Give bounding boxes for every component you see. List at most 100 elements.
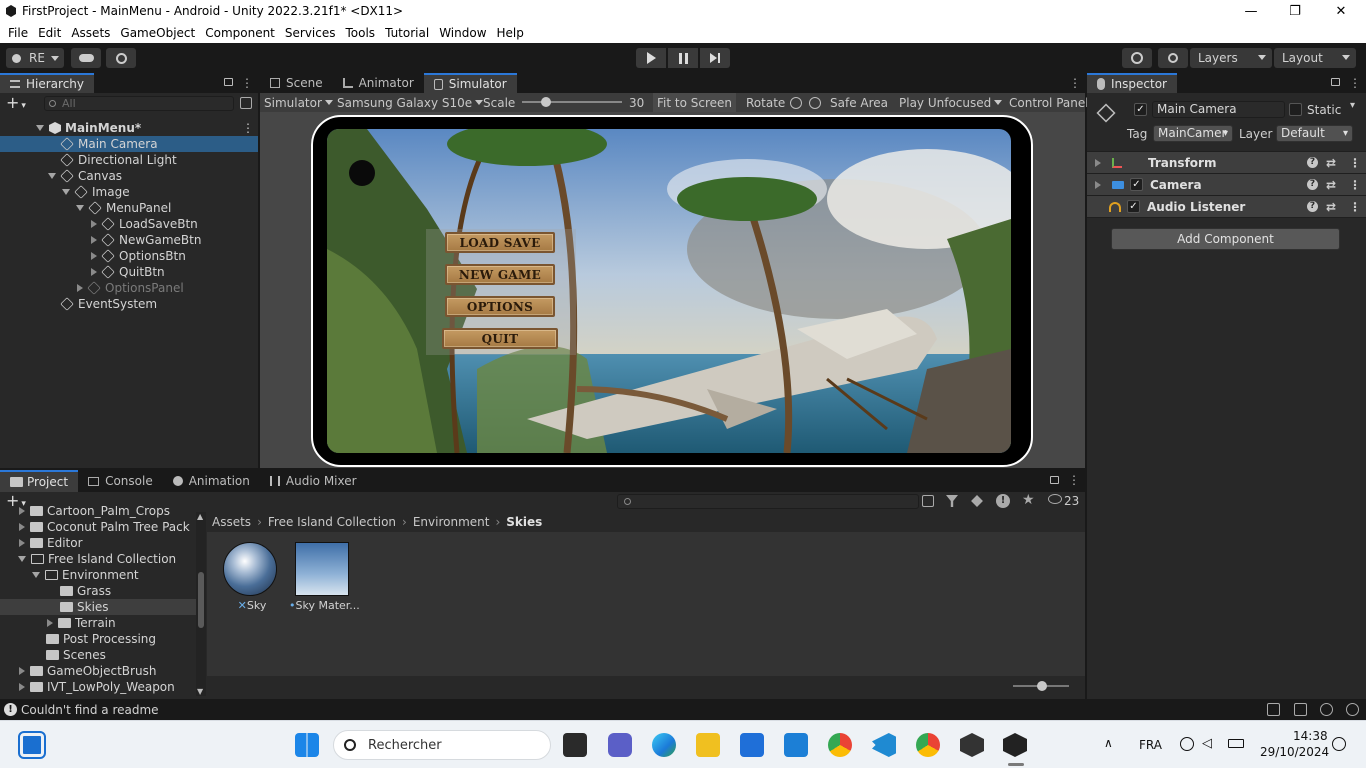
expand-arrow-icon[interactable]	[1095, 158, 1101, 167]
scroll-down-arrow-icon[interactable]: ▼	[197, 687, 203, 696]
menu-help[interactable]: Help	[492, 26, 529, 40]
tree-item-ivt-lowpoly-weapon[interactable]: IVT_LowPoly_Weapon	[0, 679, 196, 695]
breadcrumb-environment[interactable]: Environment	[413, 515, 490, 529]
scale-slider[interactable]	[522, 93, 622, 112]
menu-tutorial[interactable]: Tutorial	[380, 26, 434, 40]
microsoft-store-icon[interactable]	[740, 733, 764, 757]
collapse-arrow-icon[interactable]	[47, 619, 53, 627]
hierarchy-item-mainmenu[interactable]: MainMenu* ⋮	[0, 120, 258, 136]
project-menu-icon[interactable]: ⋮	[1068, 473, 1080, 487]
menu-window[interactable]: Window	[434, 26, 491, 40]
lock-icon[interactable]	[1050, 476, 1059, 484]
add-component-button[interactable]: Add Component	[1111, 228, 1340, 250]
unity-hub-icon[interactable]	[960, 733, 984, 757]
hierarchy-search-input[interactable]: All	[44, 96, 234, 111]
scene-menu-icon[interactable]: ⋮	[242, 121, 254, 135]
view-mode-dropdown[interactable]: Simulator	[264, 93, 333, 112]
static-checkbox[interactable]	[1289, 103, 1302, 116]
collab-button[interactable]	[106, 48, 136, 68]
tree-item-environment[interactable]: Environment	[0, 567, 196, 583]
hierarchy-item-quitbtn[interactable]: QuitBtn	[0, 264, 258, 280]
tree-item-post-processing[interactable]: Post Processing	[0, 631, 196, 647]
vscode-icon[interactable]	[872, 733, 896, 757]
play-button[interactable]	[636, 48, 666, 68]
hierarchy-item-newgamebtn[interactable]: NewGameBtn	[0, 232, 258, 248]
tree-item-cartoon-palm-crops[interactable]: Cartoon_Palm_Crops	[0, 506, 196, 519]
hierarchy-menu-icon[interactable]: ⋮	[241, 76, 253, 90]
network-icon[interactable]	[1180, 737, 1194, 751]
safe-area-toggle[interactable]: Safe Area	[830, 93, 888, 112]
layout-dropdown[interactable]: Layout	[1274, 48, 1356, 68]
fit-to-screen-button[interactable]: Fit to Screen	[653, 93, 736, 112]
hierarchy-item-optionsbtn[interactable]: OptionsBtn	[0, 248, 258, 264]
simulator-menu-icon[interactable]: ⋮	[1069, 76, 1081, 90]
collapse-arrow-icon[interactable]	[77, 284, 83, 292]
tab-hierarchy[interactable]: Hierarchy	[0, 73, 95, 93]
auto-generate-lighting-icon[interactable]	[1267, 703, 1280, 716]
widgets-icon[interactable]	[18, 731, 46, 759]
tree-item-free-island-collection[interactable]: Free Island Collection	[0, 551, 196, 567]
tab-audio-mixer[interactable]: Audio Mixer	[260, 470, 367, 492]
tab-animation[interactable]: Animation	[163, 470, 260, 492]
hierarchy-item-canvas[interactable]: Canvas	[0, 168, 258, 184]
progress-check-icon[interactable]	[1346, 703, 1359, 716]
hierarchy-item-optionspanel[interactable]: OptionsPanel	[0, 280, 258, 296]
language-indicator[interactable]: FRA	[1139, 738, 1162, 752]
restore-button[interactable]: ❐	[1272, 0, 1318, 22]
scene-visibility-icon[interactable]	[240, 97, 252, 109]
hierarchy-item-main-camera[interactable]: Main Camera	[0, 136, 258, 152]
tree-item-gameobjectbrush[interactable]: GameObjectBrush	[0, 663, 196, 679]
search-by-type-icon[interactable]	[922, 495, 934, 507]
component-audio-listener[interactable]: ✓ Audio Listener ? ⇄ ⋮	[1087, 195, 1366, 217]
collapse-arrow-icon[interactable]	[19, 667, 25, 675]
thumbnail-size-slider[interactable]	[1013, 681, 1069, 691]
lock-icon[interactable]	[1331, 78, 1340, 86]
load-save-button[interactable]: LOAD SAVE	[445, 232, 555, 253]
filter-by-label-icon[interactable]	[971, 495, 983, 507]
inspector-menu-icon[interactable]: ⋮	[1349, 76, 1361, 90]
battery-icon[interactable]	[1228, 739, 1244, 748]
help-icon[interactable]: ?	[1307, 179, 1318, 190]
camera-enabled-checkbox[interactable]: ✓	[1130, 178, 1143, 191]
hidden-packages-icon[interactable]	[1048, 494, 1062, 504]
tab-inspector[interactable]: Inspector	[1087, 73, 1177, 93]
filter-by-type-icon[interactable]	[946, 495, 958, 507]
expand-arrow-icon[interactable]	[32, 572, 40, 578]
tab-console[interactable]: Console	[78, 470, 163, 492]
device-dropdown[interactable]: Samsung Galaxy S10e	[337, 93, 484, 112]
expand-arrow-icon[interactable]	[36, 125, 44, 131]
cloud-button[interactable]	[71, 48, 101, 68]
scroll-up-arrow-icon[interactable]: ▲	[197, 512, 203, 521]
tab-scene[interactable]: Scene	[260, 73, 333, 93]
cache-server-icon[interactable]	[1294, 703, 1307, 716]
collapse-arrow-icon[interactable]	[19, 683, 25, 691]
component-menu-icon[interactable]: ⋮	[1349, 178, 1361, 192]
tree-item-terrain[interactable]: Terrain	[0, 615, 196, 631]
menu-assets[interactable]: Assets	[66, 26, 115, 40]
unity-editor-icon[interactable]	[1003, 733, 1027, 757]
expand-arrow-icon[interactable]	[76, 205, 84, 211]
layer-dropdown[interactable]: Default ▾	[1276, 125, 1353, 142]
hierarchy-item-image[interactable]: Image	[0, 184, 258, 200]
menu-file[interactable]: File	[0, 26, 33, 40]
presets-icon[interactable]: ⇄	[1326, 178, 1336, 192]
component-camera[interactable]: ✓ Camera ? ⇄ ⋮	[1087, 173, 1366, 195]
expand-arrow-icon[interactable]	[18, 556, 26, 562]
search-button[interactable]	[1158, 48, 1188, 68]
task-view-icon[interactable]	[563, 733, 587, 757]
clock-date[interactable]: 29/10/2024	[1260, 745, 1329, 759]
audio-listener-enabled-checkbox[interactable]: ✓	[1127, 200, 1140, 213]
hierarchy-item-eventsystem[interactable]: EventSystem	[0, 296, 258, 312]
account-dropdown[interactable]: RE	[6, 48, 64, 68]
object-name-input[interactable]: Main Camera	[1152, 101, 1285, 118]
minimize-button[interactable]: —	[1228, 0, 1274, 22]
component-menu-icon[interactable]: ⋮	[1349, 200, 1361, 214]
help-icon[interactable]: ?	[1307, 157, 1318, 168]
collapse-arrow-icon[interactable]	[19, 507, 25, 515]
tab-animator[interactable]: Animator	[333, 73, 424, 93]
status-message[interactable]: Couldn't find a readme	[21, 703, 159, 717]
tree-item-coconut-palm-tree-pack[interactable]: Coconut Palm Tree Pack	[0, 519, 196, 535]
debug-mode-icon[interactable]	[1320, 703, 1333, 716]
breadcrumb-skies[interactable]: Skies	[506, 515, 542, 529]
create-button[interactable]: + ▾	[6, 94, 26, 115]
